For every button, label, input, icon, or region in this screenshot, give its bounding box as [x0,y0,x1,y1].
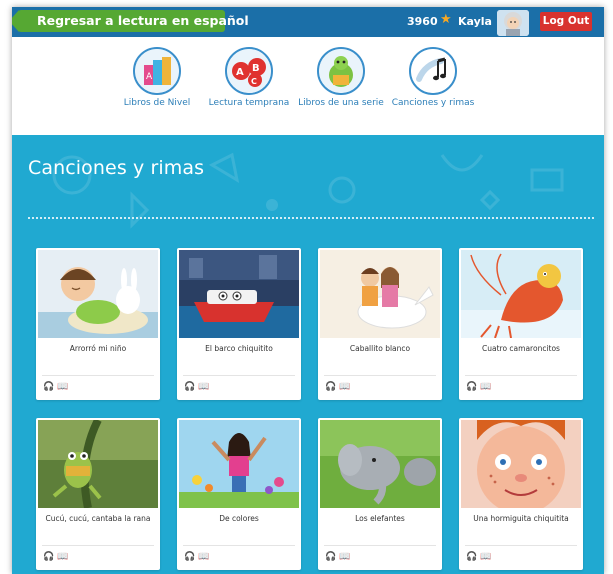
star-count: 3960 [407,15,438,28]
top-bar: Regresar a lectura en español 3960 ★ Kay… [12,7,604,37]
star-icon: ★ [440,12,452,27]
book-card-caballito-blanco[interactable]: Caballito blanco 🎧 📖 [318,248,442,400]
book-card-los-elefantes[interactable]: Los elefantes 🎧 📖 [318,418,442,570]
abc-icon: A B C [225,47,273,95]
leveled-books-icon: A [133,47,181,95]
book-title: Los elefantes [355,514,405,523]
book-card-el-barco-chiquitito[interactable]: El barco chiquitito 🎧 📖 [177,248,301,400]
book-icon[interactable]: 📖 [480,382,491,392]
book-icon[interactable]: 📖 [480,552,491,562]
card-divider [465,545,577,546]
category-nav: A Libros de Nivel A B C Lectura temprana [12,37,604,135]
book-cover-image [38,420,158,508]
avatar[interactable] [497,10,529,36]
category-label: Libros de Nivel [123,98,191,108]
card-divider [183,375,295,376]
book-icon[interactable]: 📖 [198,552,209,562]
category-label: Lectura temprana [208,98,290,108]
music-notes-icon [409,47,457,95]
book-title: De colores [219,514,259,523]
book-icon[interactable]: 📖 [339,382,350,392]
card-icons: 🎧 📖 [43,552,71,562]
category-lectura-temprana[interactable]: A B C Lectura temprana [205,47,293,109]
headphones-icon[interactable]: 🎧 [325,552,336,562]
series-books-icon [317,47,365,95]
back-button-label: Regresar a lectura en español [37,13,249,28]
svg-text:C: C [251,77,257,86]
book-card-cuatro-camaroncitos[interactable]: Cuatro camaroncitos 🎧 📖 [459,248,583,400]
category-label: Canciones y rimas [391,98,475,108]
card-divider [183,545,295,546]
book-title: El barco chiquitito [205,344,273,353]
app-frame: Regresar a lectura en español 3960 ★ Kay… [12,7,604,574]
book-cover-image [179,420,299,508]
headphones-icon[interactable]: 🎧 [466,552,477,562]
book-card-de-colores[interactable]: De colores 🎧 📖 [177,418,301,570]
card-divider [324,375,436,376]
songs-section: Canciones y rimas Arrorró mi niño 🎧 📖 El… [12,135,604,574]
dotted-divider [28,217,594,219]
book-icon[interactable]: 📖 [57,382,68,392]
book-title: Cucú, cucú, cantaba la rana [45,514,151,523]
card-icons: 🎧 📖 [184,552,212,562]
book-icon[interactable]: 📖 [339,552,350,562]
card-icons: 🎧 📖 [466,382,494,392]
username: Kayla [458,15,492,28]
logout-button[interactable]: Log Out [540,12,592,31]
book-cover-image [320,250,440,338]
card-divider [465,375,577,376]
book-cover-image [461,250,581,338]
headphones-icon[interactable]: 🎧 [43,552,54,562]
section-title: Canciones y rimas [28,157,205,179]
back-to-spanish-reading-button[interactable]: Regresar a lectura en español [12,10,249,32]
card-icons: 🎧 📖 [184,382,212,392]
card-divider [324,545,436,546]
card-divider [42,545,154,546]
book-icon[interactable]: 📖 [57,552,68,562]
book-title: Caballito blanco [349,344,411,353]
headphones-icon[interactable]: 🎧 [43,382,54,392]
back-arrow-icon [12,10,19,32]
book-title: Una hormiguita chiquitita [473,514,569,523]
book-cover-image [38,250,158,338]
headphones-icon[interactable]: 🎧 [325,382,336,392]
headphones-icon[interactable]: 🎧 [184,382,195,392]
book-title: Cuatro camaroncitos [482,344,560,353]
category-canciones-y-rimas[interactable]: Canciones y rimas [389,47,477,109]
card-divider [42,375,154,376]
book-icon[interactable]: 📖 [198,382,209,392]
book-cover-image [179,250,299,338]
headphones-icon[interactable]: 🎧 [184,552,195,562]
category-label: Libros de una serie [298,98,384,108]
headphones-icon[interactable]: 🎧 [466,382,477,392]
book-card-cucu-cucu-cantaba-la-rana[interactable]: Cucú, cucú, cantaba la rana 🎧 📖 [36,418,160,570]
category-libros-de-nivel[interactable]: A Libros de Nivel [113,47,201,109]
svg-text:B: B [252,63,260,74]
card-icons: 🎧 📖 [466,552,494,562]
book-card-una-hormiguita-chiquitita[interactable]: Una hormiguita chiquitita 🎧 📖 [459,418,583,570]
card-icons: 🎧 📖 [43,382,71,392]
book-card-arrorro-mi-nino[interactable]: Arrorró mi niño 🎧 📖 [36,248,160,400]
book-cover-image [320,420,440,508]
book-cover-image [461,420,581,508]
card-icons: 🎧 📖 [325,552,353,562]
category-libros-de-una-serie[interactable]: Libros de una serie [297,47,385,109]
card-icons: 🎧 📖 [325,382,353,392]
svg-text:A: A [146,72,153,82]
svg-text:A: A [236,67,244,78]
book-title: Arrorró mi niño [69,344,127,353]
